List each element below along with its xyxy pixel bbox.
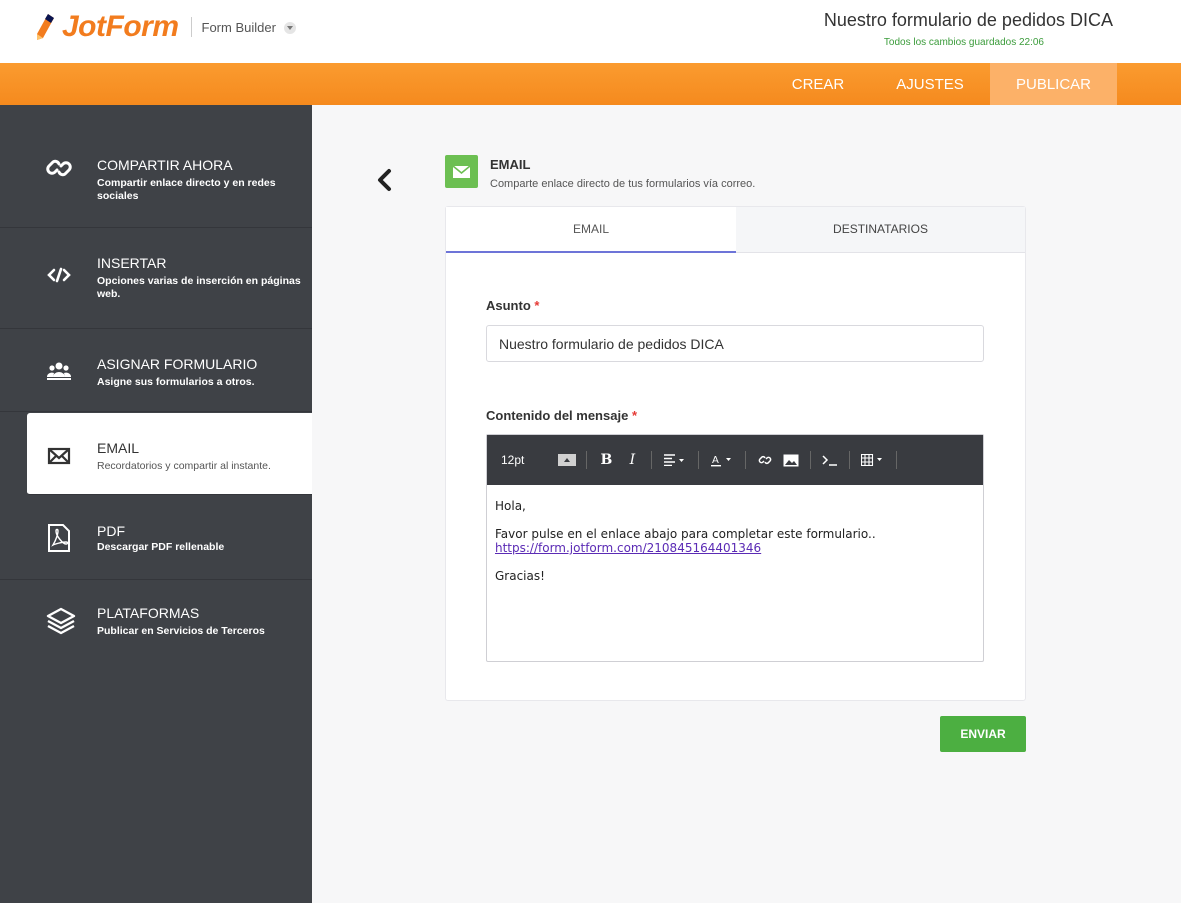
bold-icon[interactable]: B (595, 449, 617, 471)
sidebar-item-title: PDF (97, 523, 125, 539)
sidebar-item-desc: Descargar PDF rellenable (97, 541, 225, 553)
logo-divider (190, 17, 192, 37)
sidebar-item-desc: Asigne sus formularios a otros. (97, 376, 255, 388)
font-size-select[interactable]: 12pt (501, 449, 524, 471)
builder-label[interactable]: Form Builder (202, 20, 276, 35)
required-mark: * (534, 298, 540, 313)
pdf-icon (46, 523, 72, 552)
message-label-text: Contenido del mensaje (486, 408, 629, 423)
sidebar-item-desc: Opciones varias de inserción en páginas … (97, 275, 301, 300)
tab-email[interactable]: EMAIL (446, 207, 736, 253)
layers-icon (46, 606, 76, 635)
sidebar-item-desc: Compartir enlace directo y en redes soci… (97, 177, 276, 202)
sidebar-item-email[interactable]: EMAIL Recordatorios y compartir al insta… (27, 413, 312, 495)
sidebar-item-title: INSERTAR (97, 255, 167, 271)
editor-toolbar: 12pt B I A (487, 435, 983, 485)
subject-label-text: Asunto (486, 298, 531, 313)
toolbar-divider (810, 451, 812, 469)
table-icon[interactable] (858, 449, 888, 471)
sidebar-item-title: COMPARTIR AHORA (97, 157, 233, 173)
italic-icon[interactable]: I (621, 449, 643, 471)
publish-sidebar: COMPARTIR AHORA Compartir enlace directo… (0, 105, 312, 903)
sidebar-item-desc: Recordatorios y compartir al instante. (97, 460, 271, 472)
align-icon[interactable] (660, 449, 690, 471)
color-swatch-icon[interactable] (556, 449, 578, 471)
section-description: Comparte enlace directo de tus formulari… (490, 178, 756, 190)
image-icon[interactable] (780, 449, 802, 471)
code-icon (46, 262, 72, 288)
email-card: EMAIL DESTINATARIOS Asunto * Contenido d… (445, 206, 1026, 701)
toolbar-divider (745, 451, 747, 469)
chevron-down-icon[interactable] (283, 22, 296, 34)
nav-ajustes[interactable]: AJUSTES (882, 63, 978, 105)
email-tabs: EMAIL DESTINATARIOS (446, 207, 1025, 253)
sidebar-item-title: ASIGNAR FORMULARIO (97, 356, 258, 372)
pencil-logo-icon (34, 12, 56, 42)
form-field-icon[interactable] (819, 449, 841, 471)
message-greeting: Hola, (495, 499, 526, 513)
sidebar-item-plataformas[interactable]: PLATAFORMAS Publicar en Servicios de Ter… (0, 580, 312, 670)
message-editor[interactable]: 12pt B I A Hola, Favor pulse en el enlac… (486, 434, 984, 662)
save-status: Todos los cambios guardados 22:06 (883, 37, 1044, 48)
sidebar-item-desc: Publicar en Servicios de Terceros (97, 625, 265, 637)
subject-input[interactable] (486, 325, 984, 362)
required-mark: * (631, 408, 637, 423)
sidebar-item-insertar[interactable]: INSERTAR Opciones varias de inserción en… (0, 228, 312, 329)
back-arrow-icon[interactable] (373, 168, 397, 192)
form-link[interactable]: https://form.jotform.com/210845164401346 (495, 541, 761, 555)
logo-text: JotForm (62, 10, 179, 43)
tab-destinatarios[interactable]: DESTINATARIOS (736, 207, 1025, 253)
mail-badge-icon (445, 155, 478, 188)
section-title: EMAIL (490, 157, 531, 172)
link-icon[interactable] (754, 449, 776, 471)
message-body: Favor pulse en el enlace abajo para comp… (495, 527, 876, 541)
send-button[interactable]: ENVIAR (940, 716, 1026, 752)
top-header: JotForm Form Builder Nuestro formulario … (0, 0, 1181, 63)
jotform-logo[interactable]: JotForm Form Builder (34, 10, 296, 44)
toolbar-divider (651, 451, 653, 469)
envelope-icon (46, 443, 72, 469)
message-closing: Gracias! (495, 569, 545, 583)
nav-crear[interactable]: CREAR (778, 63, 858, 105)
toolbar-divider (698, 451, 700, 469)
toolbar-divider (896, 451, 898, 469)
form-title[interactable]: Nuestro formulario de pedidos DICA (824, 10, 1113, 31)
message-label: Contenido del mensaje * (486, 408, 637, 423)
toolbar-divider (849, 451, 851, 469)
sidebar-item-compartir[interactable]: COMPARTIR AHORA Compartir enlace directo… (0, 105, 312, 228)
sidebar-item-pdf[interactable]: PDF Descargar PDF rellenable (0, 495, 312, 580)
link-icon (46, 155, 72, 181)
sidebar-item-title: PLATAFORMAS (97, 605, 200, 621)
nav-publicar[interactable]: PUBLICAR (990, 63, 1117, 105)
main-nav: CREAR AJUSTES PUBLICAR (0, 63, 1181, 105)
toolbar-divider (586, 451, 588, 469)
text-color-icon[interactable]: A (707, 449, 737, 471)
svg-text:A: A (712, 455, 719, 466)
editor-content[interactable]: Hola, Favor pulse en el enlace abajo par… (487, 485, 983, 597)
subject-label: Asunto * (486, 298, 539, 313)
users-icon (46, 358, 72, 384)
sidebar-item-asignar[interactable]: ASIGNAR FORMULARIO Asigne sus formulario… (0, 329, 312, 412)
sidebar-item-title: EMAIL (97, 440, 140, 456)
